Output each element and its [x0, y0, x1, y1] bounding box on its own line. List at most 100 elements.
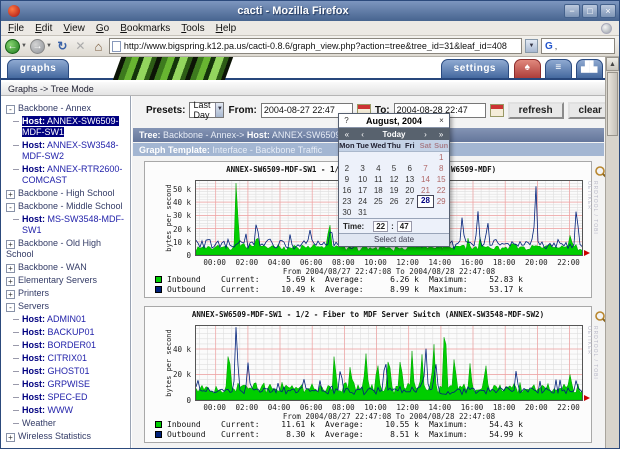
calendar-day-30[interactable]: 30 [339, 207, 355, 218]
reload-button[interactable]: ↻ [55, 39, 70, 54]
calendar-day-31[interactable]: 31 [355, 207, 371, 218]
search-input[interactable]: G , [541, 38, 615, 54]
list-view-tab-icon[interactable]: ≡ [545, 59, 572, 78]
calendar-day-18[interactable]: 18 [370, 185, 386, 196]
clear-button[interactable]: clear [568, 102, 605, 119]
today-button[interactable]: Today [370, 130, 417, 139]
sidebar-host-annex-sw6509-mdf-sw1[interactable]: Host: ANNEX-SW6509-MDF-SW1 [1, 115, 130, 139]
url-text[interactable]: http://www.bigspring.k12.pa.us/cacti-0.8… [124, 41, 519, 51]
collapse-icon[interactable]: - [6, 303, 15, 312]
calendar-day-10[interactable]: 10 [355, 174, 371, 185]
maximize-button[interactable]: □ [582, 4, 598, 18]
calendar-day-9[interactable]: 9 [339, 174, 355, 185]
calendar-day-8[interactable]: 8 [433, 163, 449, 174]
calendar-day-16[interactable]: 16 [339, 185, 355, 196]
sidebar-host-ghost01[interactable]: Host: GHOST01 [1, 365, 130, 378]
menu-help[interactable]: Help [216, 23, 237, 34]
sidebar-branch-backbone-high-school[interactable]: +Backbone - High School [1, 187, 130, 200]
back-dropdown-icon[interactable]: ▼ [21, 43, 27, 49]
sidebar-branch-backbone-wan[interactable]: +Backbone - WAN [1, 261, 130, 274]
sidebar-branch-backbone-annex[interactable]: -Backbone - Annex [1, 102, 130, 115]
minimize-button[interactable]: − [564, 4, 580, 18]
menu-tools[interactable]: Tools [181, 23, 204, 34]
sidebar-host-grpwise[interactable]: Host: GRPWISE [1, 378, 130, 391]
calendar-close-button[interactable]: × [434, 116, 449, 125]
sidebar-host-admin01[interactable]: Host: ADMIN01 [1, 313, 130, 326]
menu-go[interactable]: Go [96, 23, 109, 34]
url-bar[interactable]: http://www.bigspring.k12.pa.us/cacti-0.8… [109, 38, 522, 54]
sidebar-host-ms-sw3548-mdf-sw1[interactable]: Host: MS-SW3548-MDF-SW1 [1, 213, 130, 237]
back-button[interactable]: ←▼ [5, 39, 27, 54]
sidebar-host-www[interactable]: Host: WWW [1, 404, 130, 417]
sidebar-branch-weather[interactable]: Weather [1, 417, 130, 430]
calendar-day-7[interactable]: 7 [418, 163, 434, 174]
sidebar-branch-servers[interactable]: -Servers [1, 300, 130, 313]
expand-icon[interactable]: + [6, 433, 15, 442]
minute-input[interactable]: 47 [397, 221, 412, 232]
calendar-day-13[interactable]: 13 [402, 174, 418, 185]
calendar-day-15[interactable]: 15 [433, 174, 449, 185]
menu-edit[interactable]: Edit [35, 23, 52, 34]
preset-select[interactable]: Last Day▼ [189, 102, 224, 118]
calendar-day-14[interactable]: 14 [418, 174, 434, 185]
calendar-day-25[interactable]: 25 [370, 196, 386, 207]
stop-button[interactable]: ✕ [73, 39, 88, 54]
calendar-day-24[interactable]: 24 [355, 196, 371, 207]
collapse-icon[interactable]: - [6, 203, 15, 212]
sidebar-branch-backbone-middle-school[interactable]: -Backbone - Middle School [1, 200, 130, 213]
sidebar-branch-printers[interactable]: +Printers [1, 287, 130, 300]
prev-year-icon[interactable]: « [339, 130, 355, 139]
sidebar-host-citrix01[interactable]: Host: CITRIX01 [1, 352, 130, 365]
calendar-day-20[interactable]: 20 [402, 185, 418, 196]
menu-view[interactable]: View [63, 23, 85, 34]
calendar-day-19[interactable]: 19 [386, 185, 402, 196]
calendar-day-26[interactable]: 26 [386, 196, 402, 207]
calendar-day-11[interactable]: 11 [370, 174, 386, 185]
zoom-graph-icon[interactable] [594, 310, 605, 324]
collapse-icon[interactable]: - [6, 105, 15, 114]
sidebar-host-annex-rtr2600-comcast[interactable]: Host: ANNEX-RTR2600-COMCAST [1, 163, 130, 187]
forward-button[interactable]: →▼ [30, 39, 52, 54]
sidebar-host-border01[interactable]: Host: BORDER01 [1, 339, 130, 352]
url-dropdown-button[interactable]: ▼ [525, 39, 538, 53]
sidebar-host-annex-sw3548-mdf-sw2[interactable]: Host: ANNEX-SW3548-MDF-SW2 [1, 139, 130, 163]
expand-icon[interactable]: + [6, 190, 15, 199]
close-button[interactable]: × [600, 4, 616, 18]
menu-file[interactable]: File [8, 23, 24, 34]
calendar-day-22[interactable]: 22 [433, 185, 449, 196]
tab-graphs[interactable]: graphs [7, 59, 69, 78]
refresh-button[interactable]: refresh [508, 102, 564, 119]
hour-input[interactable]: 22 [373, 221, 388, 232]
calendar-day-28[interactable]: 28 [418, 196, 434, 207]
zoom-graph-icon[interactable] [594, 165, 605, 179]
calendar-day-29[interactable]: 29 [433, 196, 449, 207]
calendar-day-2[interactable]: 2 [339, 163, 355, 174]
forward-dropdown-icon[interactable]: ▼ [46, 43, 52, 49]
calendar-day-6[interactable]: 6 [402, 163, 418, 174]
next-month-icon[interactable]: › [418, 130, 434, 139]
expand-icon[interactable]: + [6, 290, 15, 299]
preset-dropdown-icon[interactable]: ▼ [215, 103, 223, 117]
calendar-day-1[interactable]: 1 [433, 152, 449, 163]
vertical-scrollbar[interactable]: ▲ [605, 57, 619, 448]
expand-icon[interactable]: + [6, 240, 15, 249]
next-year-icon[interactable]: » [433, 130, 449, 139]
menu-bookmarks[interactable]: Bookmarks [120, 23, 170, 34]
calendar-day-23[interactable]: 23 [339, 196, 355, 207]
calendar-day-5[interactable]: 5 [386, 163, 402, 174]
calendar-day-21[interactable]: 21 [418, 185, 434, 196]
sidebar-branch-backbone-old-high-school[interactable]: +Backbone - Old High School [1, 237, 130, 261]
home-button[interactable]: ⌂ [91, 39, 106, 54]
sidebar-host-backup01[interactable]: Host: BACKUP01 [1, 326, 130, 339]
scrollbar-thumb[interactable] [607, 72, 618, 136]
sidebar-host-spec-ed[interactable]: Host: SPEC-ED [1, 391, 130, 404]
calendar-day-12[interactable]: 12 [386, 174, 402, 185]
sidebar-branch-elementary-servers[interactable]: +Elementary Servers [1, 274, 130, 287]
console-tab-icon[interactable]: ♠ [514, 59, 541, 78]
calendar-day-3[interactable]: 3 [355, 163, 371, 174]
graph-view-tab-icon[interactable]: ▟▙ [576, 59, 603, 78]
expand-icon[interactable]: + [6, 264, 15, 273]
calendar-day-27[interactable]: 27 [402, 196, 418, 207]
tab-settings[interactable]: settings [441, 59, 509, 78]
calendar-help-button[interactable]: ? [339, 116, 354, 125]
